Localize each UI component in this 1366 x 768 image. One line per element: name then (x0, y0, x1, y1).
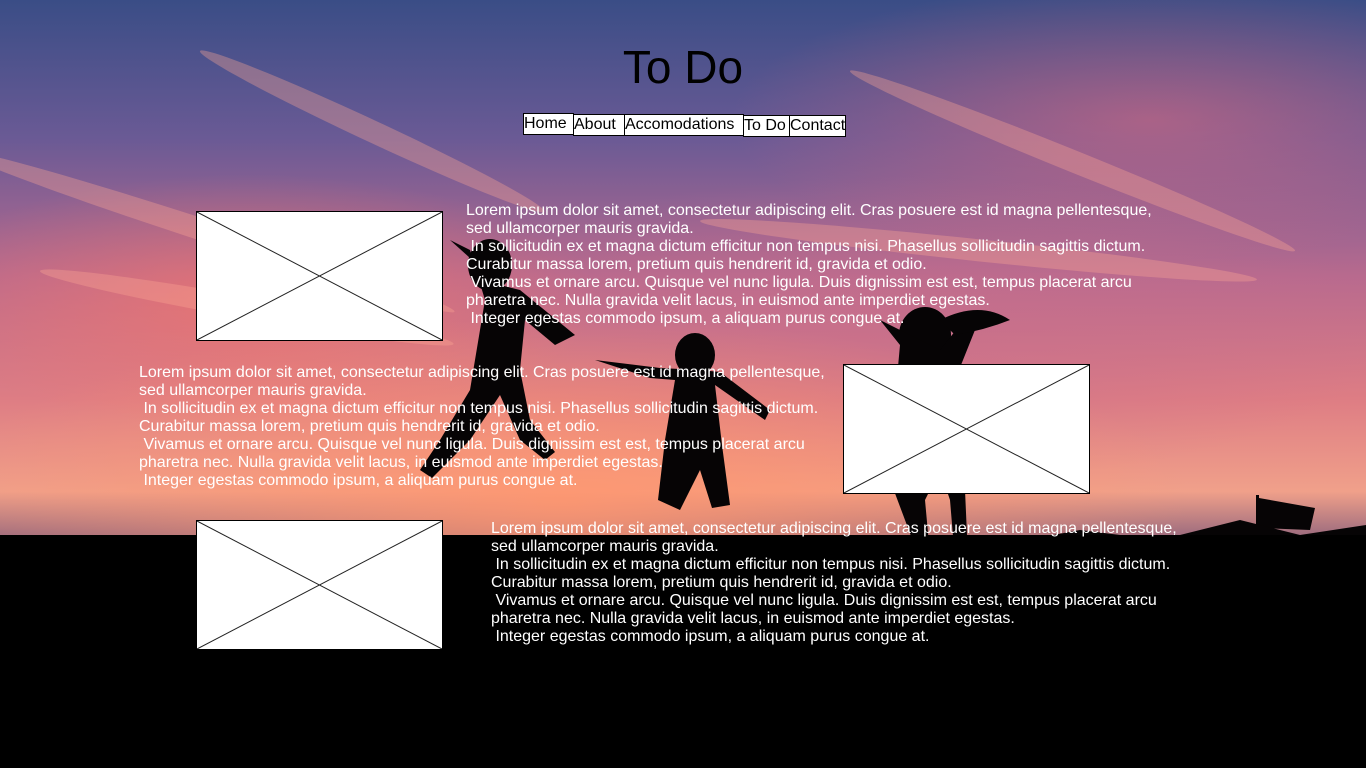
text-line: Integer egestas commodo ipsum, a aliquam… (466, 310, 905, 327)
main-nav: Home About Accomodations To Do Contact (523, 113, 846, 137)
image-placeholder (843, 364, 1090, 494)
section-text: Lorem ipsum dolor sit amet, consectetur … (491, 520, 1177, 646)
text-line: sed ullamcorper mauris gravida. (491, 538, 719, 555)
nav-item-to-do[interactable]: To Do (743, 115, 790, 137)
text-line: pharetra nec. Nulla gravida velit lacus,… (466, 292, 990, 309)
text-line: Lorem ipsum dolor sit amet, consectetur … (491, 520, 1177, 537)
text-line: Vivamus et ornare arcu. Quisque vel nunc… (466, 274, 1132, 291)
text-line: sed ullamcorper mauris gravida. (466, 220, 694, 237)
text-line: Integer egestas commodo ipsum, a aliquam… (491, 628, 930, 645)
text-line: Lorem ipsum dolor sit amet, consectetur … (466, 202, 1152, 219)
section-text: Lorem ipsum dolor sit amet, consectetur … (139, 364, 825, 490)
text-line: sed ullamcorper mauris gravida. (139, 382, 367, 399)
text-line: In sollicitudin ex et magna dictum effic… (139, 400, 819, 417)
page: To Do Home About Accomodations To Do Con… (0, 0, 1366, 768)
image-placeholder-cross-icon (197, 212, 442, 340)
nav-item-home[interactable]: Home (523, 113, 574, 135)
image-placeholder-cross-icon (844, 365, 1089, 493)
image-placeholder (196, 520, 443, 650)
text-line: Curabitur massa lorem, pretium quis hend… (466, 256, 927, 273)
text-line: Curabitur massa lorem, pretium quis hend… (491, 574, 952, 591)
nav-item-contact[interactable]: Contact (789, 115, 846, 137)
page-title: To Do (622, 41, 744, 93)
text-line: In sollicitudin ex et magna dictum effic… (466, 238, 1146, 255)
text-line: In sollicitudin ex et magna dictum effic… (491, 556, 1171, 573)
image-placeholder-cross-icon (197, 521, 442, 649)
text-line: Integer egestas commodo ipsum, a aliquam… (139, 472, 578, 489)
text-line: Curabitur massa lorem, pretium quis hend… (139, 418, 600, 435)
nav-item-about[interactable]: About (573, 114, 625, 136)
nav-item-accomodations[interactable]: Accomodations (624, 114, 744, 136)
section-text: Lorem ipsum dolor sit amet, consectetur … (466, 202, 1152, 328)
text-line: pharetra nec. Nulla gravida velit lacus,… (139, 454, 663, 471)
image-placeholder (196, 211, 443, 341)
text-line: Vivamus et ornare arcu. Quisque vel nunc… (139, 436, 805, 453)
text-line: Lorem ipsum dolor sit amet, consectetur … (139, 364, 825, 381)
text-line: pharetra nec. Nulla gravida velit lacus,… (491, 610, 1015, 627)
text-line: Vivamus et ornare arcu. Quisque vel nunc… (491, 592, 1157, 609)
